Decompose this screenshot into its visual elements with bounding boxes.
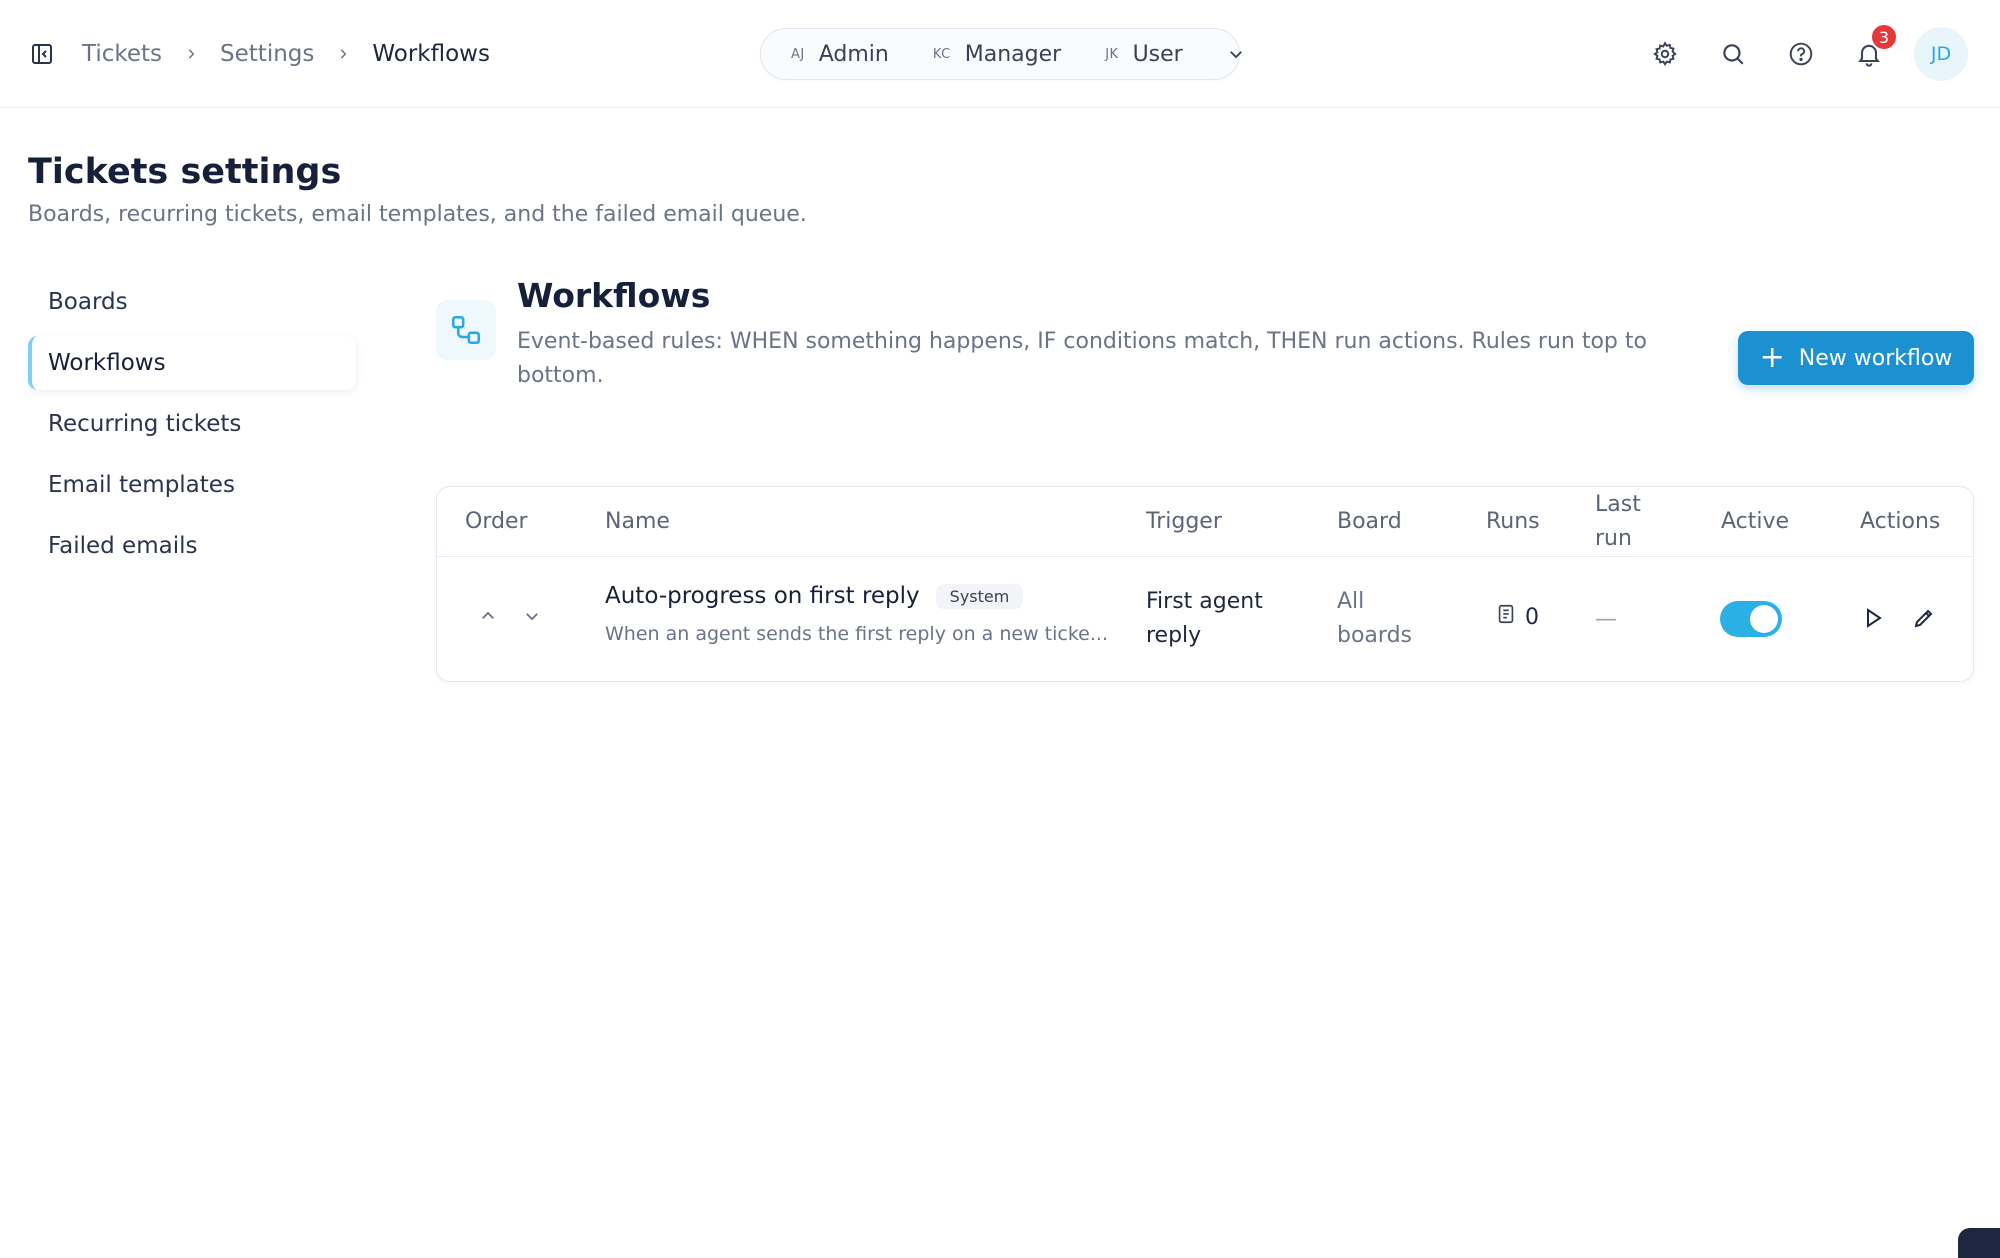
- top-bar: Tickets Settings Workflows AJ Admin KC M…: [0, 0, 2000, 108]
- nav-item-boards[interactable]: Boards: [28, 275, 356, 329]
- page-title: Tickets settings: [28, 152, 342, 192]
- workflow-board: All boards: [1337, 589, 1412, 648]
- column-actions: Actions: [1860, 509, 1941, 534]
- column-active: Active: [1721, 509, 1790, 534]
- runs-count: 0: [1525, 604, 1539, 630]
- runs-icon: [1495, 603, 1517, 631]
- top-icons: 3 JD: [1614, 23, 1968, 82]
- column-name: Name: [605, 509, 670, 534]
- column-runs: Runs: [1486, 509, 1540, 534]
- role-switcher[interactable]: AJ Admin KC Manager JK User: [760, 28, 1242, 80]
- chevron-down-icon[interactable]: [521, 605, 543, 627]
- breadcrumb: Tickets Settings Workflows: [82, 36, 490, 72]
- role-name: Admin: [818, 41, 889, 67]
- role-name: User: [1132, 41, 1183, 67]
- chevron-up-icon[interactable]: [477, 605, 499, 627]
- toggle-knob: [1750, 605, 1778, 633]
- workflow-last-run: —: [1595, 607, 1617, 632]
- nav-item-email-templates[interactable]: Email templates: [28, 458, 356, 512]
- role-admin[interactable]: AJ Admin: [791, 42, 889, 67]
- bell-icon[interactable]: 3: [1852, 23, 1898, 71]
- workflow-description: When an agent sends the first reply on a…: [605, 623, 1108, 645]
- role-name: Manager: [964, 41, 1062, 67]
- plus-icon: +: [1759, 340, 1785, 375]
- new-workflow-button[interactable]: + New workflow: [1738, 331, 1974, 385]
- role-initials: AJ: [791, 46, 805, 62]
- breadcrumb-workflows: Workflows: [372, 41, 490, 67]
- sidebar-toggle-icon[interactable]: [28, 40, 56, 68]
- chevron-right-icon: [184, 47, 198, 61]
- nav-item-workflows[interactable]: Workflows: [28, 336, 356, 390]
- breadcrumb-tickets[interactable]: Tickets: [82, 41, 162, 67]
- breadcrumb-settings[interactable]: Settings: [220, 41, 314, 67]
- role-initials: JK: [1105, 46, 1119, 62]
- pencil-icon[interactable]: [1909, 603, 1939, 633]
- active-toggle[interactable]: [1720, 601, 1782, 637]
- workflow-name-group: Auto-progress on first reply System: [605, 583, 1024, 609]
- page-subtitle: Boards, recurring tickets, email templat…: [28, 202, 807, 227]
- workflows-table: Order Name Trigger Board Runs Last run A…: [436, 486, 1974, 682]
- role-manager[interactable]: KC Manager: [933, 42, 1061, 67]
- floating-widget[interactable]: [1958, 1228, 2000, 1258]
- gear-icon[interactable]: [1648, 37, 1682, 71]
- role-user[interactable]: JK User: [1105, 42, 1183, 67]
- column-order: Order: [465, 509, 528, 534]
- avatar[interactable]: JD: [1914, 27, 1968, 81]
- play-icon[interactable]: [1858, 603, 1888, 633]
- section-title: Workflows: [517, 276, 711, 315]
- workflow-runs: 0: [1495, 603, 1539, 631]
- workflow-name[interactable]: Auto-progress on first reply: [605, 583, 920, 609]
- help-icon[interactable]: [1784, 37, 1818, 71]
- table-header: Order Name Trigger Board Runs Last run A…: [437, 487, 1973, 557]
- settings-nav: Boards Workflows Recurring tickets Email…: [28, 275, 356, 580]
- column-board: Board: [1337, 509, 1402, 534]
- chevron-right-icon: [336, 47, 350, 61]
- nav-item-recurring-tickets[interactable]: Recurring tickets: [28, 397, 356, 451]
- search-icon[interactable]: [1716, 37, 1750, 71]
- order-controls: [477, 605, 543, 627]
- workflow-trigger: First agent reply: [1146, 589, 1263, 648]
- new-workflow-label: New workflow: [1798, 345, 1953, 371]
- workflow-icon: [436, 300, 496, 360]
- section-description: Event-based rules: WHEN something happen…: [517, 329, 1647, 388]
- notification-badge: 3: [1870, 23, 1898, 51]
- nav-item-failed-emails[interactable]: Failed emails: [28, 519, 356, 573]
- chevron-down-icon[interactable]: [1227, 45, 1245, 63]
- system-badge: System: [935, 583, 1024, 609]
- table-row: Auto-progress on first reply System When…: [437, 557, 1973, 681]
- role-initials: KC: [932, 46, 951, 62]
- column-trigger: Trigger: [1146, 509, 1222, 534]
- column-last-run: Last run: [1595, 492, 1641, 551]
